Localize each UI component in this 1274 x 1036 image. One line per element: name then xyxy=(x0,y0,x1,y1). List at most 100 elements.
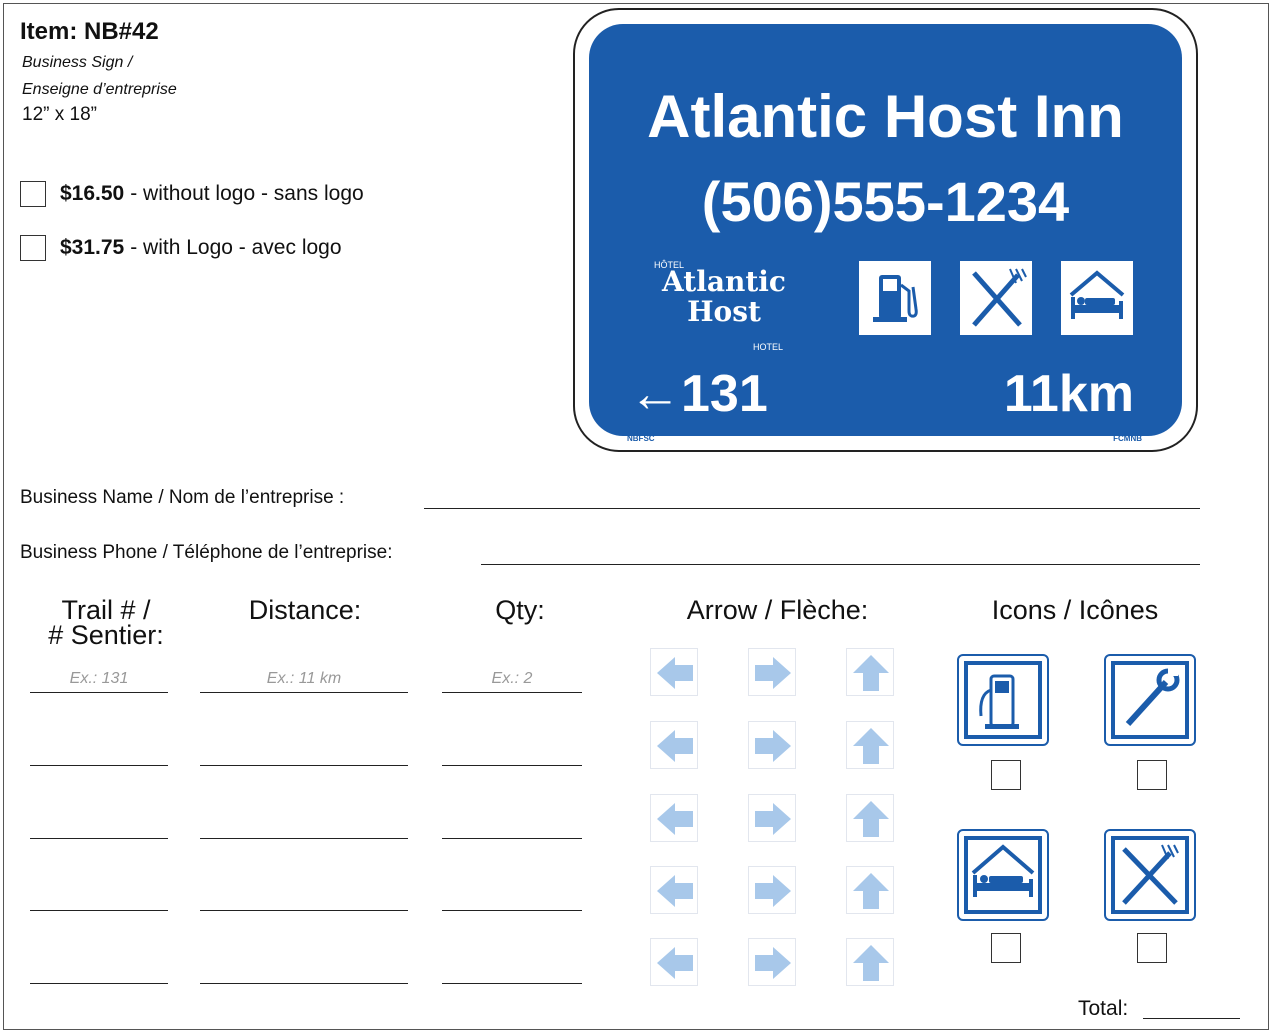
business-logo: Atlantic Host xyxy=(649,267,799,327)
left-arrow-option[interactable] xyxy=(650,648,698,696)
item-subtitle-french: Enseigne d’entreprise xyxy=(22,81,177,98)
left-arrow-icon xyxy=(657,947,693,979)
option-description: - with Logo - avec logo xyxy=(130,236,342,259)
option-description: - without logo - sans logo xyxy=(130,182,364,205)
left-arrow-option[interactable] xyxy=(650,794,698,842)
right-arrow-option[interactable] xyxy=(748,648,796,696)
sign-distance: 11km xyxy=(1003,365,1134,423)
right-arrow-icon xyxy=(755,947,791,979)
qty-example: Ex.: 2 xyxy=(491,670,533,687)
option-price: $16.50 xyxy=(60,182,125,205)
left-arrow-icon xyxy=(657,803,693,835)
distance-column-heading: Distance: xyxy=(248,595,362,625)
item-size: 12” x 18” xyxy=(22,104,97,125)
qty-input[interactable] xyxy=(442,838,582,839)
qty-input[interactable] xyxy=(442,983,582,984)
restaurant-icon xyxy=(1111,836,1189,914)
fuel-icon xyxy=(964,661,1042,739)
lodging-icon xyxy=(1061,261,1133,335)
lodging-icon xyxy=(964,836,1042,914)
left-arrow-icon: ← xyxy=(629,365,681,423)
business-phone-label: Business Phone / Téléphone de l’entrepri… xyxy=(20,542,393,563)
wrench-checkbox[interactable] xyxy=(1137,760,1167,790)
total-field[interactable] xyxy=(1143,1018,1240,1019)
up-arrow-icon xyxy=(853,873,889,909)
sign-phone: (506)555-1234 xyxy=(701,170,1070,233)
trail-input[interactable] xyxy=(30,765,168,766)
trail-heading-line: # Sentier: xyxy=(48,620,164,650)
up-arrow-icon xyxy=(853,728,889,764)
right-arrow-icon xyxy=(755,730,791,762)
distance-example: Ex.: 11 km xyxy=(266,670,342,687)
right-arrow-icon xyxy=(755,875,791,907)
right-arrow-icon xyxy=(755,803,791,835)
up-arrow-option[interactable] xyxy=(846,794,894,842)
trail-input[interactable] xyxy=(30,692,168,693)
fuel-icon xyxy=(859,261,931,335)
item-subtitle: Business Sign / xyxy=(22,54,133,71)
arrow-column-heading: Arrow / Flèche: xyxy=(686,595,869,625)
distance-input[interactable] xyxy=(200,983,408,984)
fuel-option[interactable] xyxy=(957,654,1049,746)
left-arrow-icon xyxy=(657,657,693,689)
trail-input[interactable] xyxy=(30,838,168,839)
item-title: Item: NB#42 xyxy=(20,18,159,45)
right-arrow-option[interactable] xyxy=(748,794,796,842)
option-without-logo[interactable]: $16.50 - without logo - sans logo xyxy=(20,181,364,207)
route-number: 131 xyxy=(681,365,768,423)
business-name-field[interactable] xyxy=(424,508,1200,509)
option-with-logo[interactable]: $31.75 - with Logo - avec logo xyxy=(20,235,342,261)
lodging-checkbox[interactable] xyxy=(991,933,1021,963)
business-name-label: Business Name / Nom de l’entreprise : xyxy=(20,487,345,508)
business-phone-field[interactable] xyxy=(481,564,1200,565)
icons-column-heading: Icons / Icônes xyxy=(991,595,1159,625)
right-arrow-option[interactable] xyxy=(748,721,796,769)
sign-mark-right: FCMNB xyxy=(1113,434,1142,443)
qty-input[interactable] xyxy=(442,765,582,766)
up-arrow-option[interactable] xyxy=(846,866,894,914)
distance-input[interactable] xyxy=(200,910,408,911)
distance-input[interactable] xyxy=(200,692,408,693)
restaurant-checkbox[interactable] xyxy=(1137,933,1167,963)
fuel-checkbox[interactable] xyxy=(991,760,1021,790)
sign-logo-hotel-en: HOTEL xyxy=(753,342,784,352)
option-checkbox[interactable] xyxy=(20,235,46,261)
lodging-option[interactable] xyxy=(957,829,1049,921)
right-arrow-option[interactable] xyxy=(748,866,796,914)
restaurant-option[interactable] xyxy=(1104,829,1196,921)
left-arrow-option[interactable] xyxy=(650,938,698,986)
sign-business-name: Atlantic Host Inn xyxy=(647,83,1124,150)
qty-input[interactable] xyxy=(442,910,582,911)
trail-column-heading: Trail # / # Sentier: xyxy=(18,597,194,650)
up-arrow-icon xyxy=(853,801,889,837)
up-arrow-option[interactable] xyxy=(846,721,894,769)
logo-line: Host xyxy=(687,295,761,328)
up-arrow-option[interactable] xyxy=(846,648,894,696)
sign-panel: Atlantic Host Inn (506)555-1234 HÔTEL At… xyxy=(589,24,1182,436)
right-arrow-icon xyxy=(755,657,791,689)
trail-input[interactable] xyxy=(30,983,168,984)
wrench-icon xyxy=(1111,661,1189,739)
option-checkbox[interactable] xyxy=(20,181,46,207)
qty-input[interactable] xyxy=(442,692,582,693)
qty-column-heading: Qty: xyxy=(495,595,545,625)
trail-input[interactable] xyxy=(30,910,168,911)
up-arrow-option[interactable] xyxy=(846,938,894,986)
left-arrow-icon xyxy=(657,730,693,762)
total-label: Total: xyxy=(1078,997,1129,1020)
right-arrow-option[interactable] xyxy=(748,938,796,986)
option-price: $31.75 xyxy=(60,236,125,259)
up-arrow-icon xyxy=(853,945,889,981)
sign-mark-left: NBFSC xyxy=(627,434,655,443)
left-arrow-option[interactable] xyxy=(650,866,698,914)
left-arrow-option[interactable] xyxy=(650,721,698,769)
distance-input[interactable] xyxy=(200,838,408,839)
logo-line: Atlantic xyxy=(662,265,786,298)
trail-example: Ex.: 131 xyxy=(69,670,129,687)
sign-route: ←131 xyxy=(629,364,768,424)
restaurant-icon xyxy=(960,261,1032,335)
wrench-option[interactable] xyxy=(1104,654,1196,746)
distance-input[interactable] xyxy=(200,765,408,766)
sign-preview: Atlantic Host Inn (506)555-1234 HÔTEL At… xyxy=(573,8,1198,452)
left-arrow-icon xyxy=(657,875,693,907)
